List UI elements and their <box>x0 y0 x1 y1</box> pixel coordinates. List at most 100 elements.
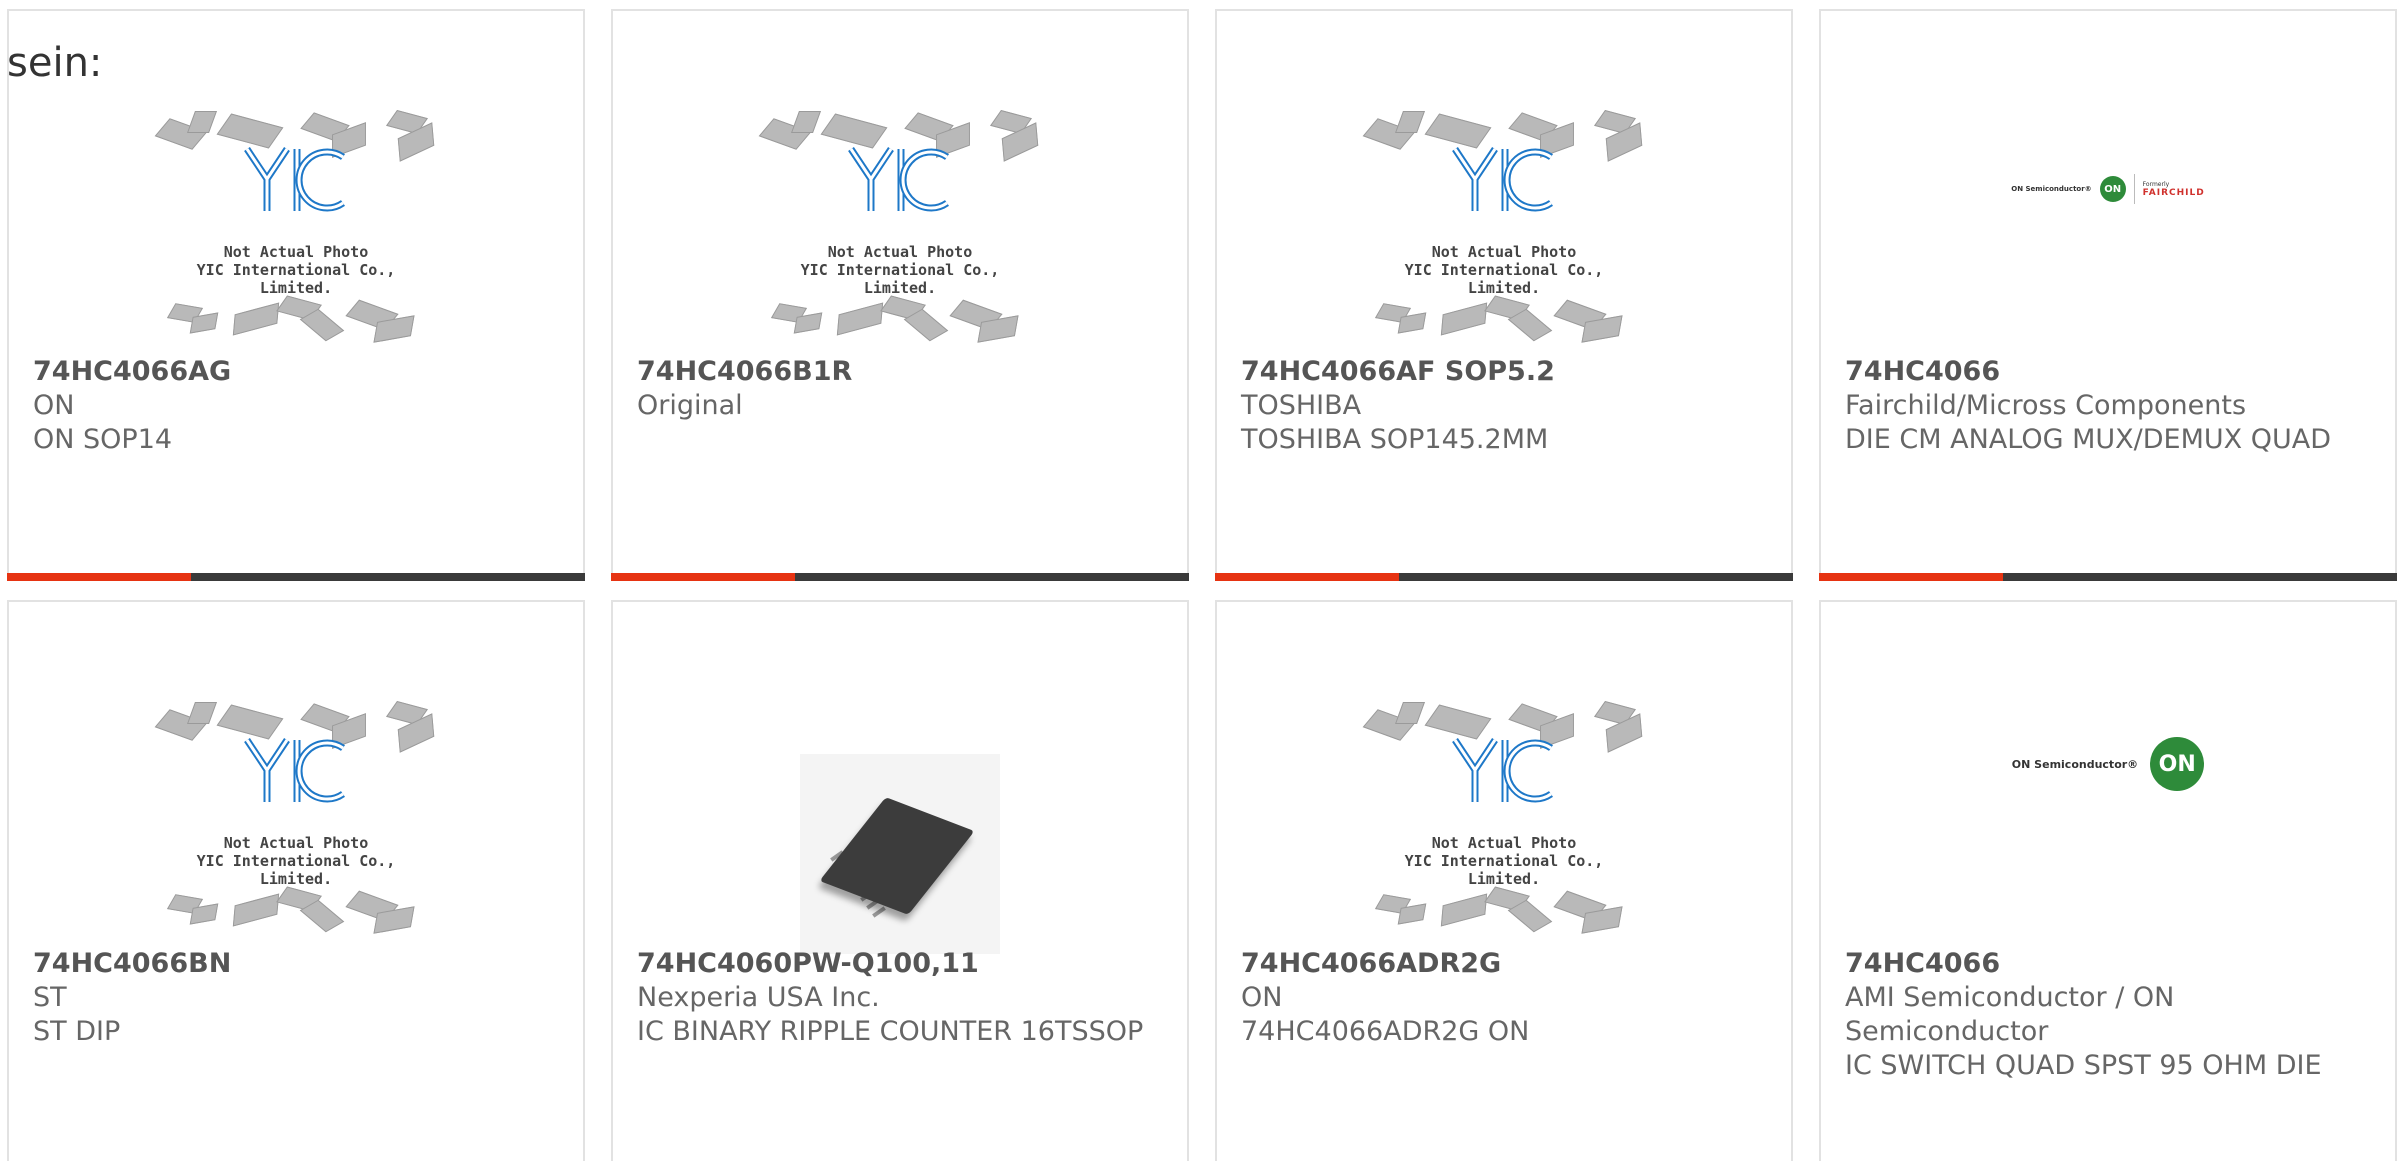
ic-package-icon <box>820 113 888 149</box>
description-label: ON SOP14 <box>33 424 173 455</box>
chip-body-icon <box>819 797 975 915</box>
part-number-link[interactable]: 74HC4066BN <box>33 947 563 981</box>
product-card[interactable]: Not Actual Photo YIC International Co., L… <box>1215 9 1793 581</box>
description-label: 74HC4066ADR2G ON <box>1241 1016 1530 1047</box>
product-card[interactable]: Not Actual Photo YIC International Co., L… <box>611 9 1189 581</box>
manufacturer-label: ON <box>1241 982 1283 1013</box>
divider <box>2133 174 2135 204</box>
yic-logo-icon <box>244 147 345 212</box>
ic-package-icon <box>1397 903 1427 925</box>
product-image-area[interactable]: Not Actual Photo YIC International Co., L… <box>1217 684 1791 934</box>
product-card[interactable]: Not Actual Photo YIC International Co., L… <box>1215 600 1793 1161</box>
manufacturer-label: Nexperia USA Inc. <box>637 982 880 1013</box>
accent-bar-dark <box>1399 573 1793 581</box>
placeholder-note-line2: YIC International Co., Limited. <box>1404 852 1604 888</box>
part-number-link[interactable]: 74HC4066 <box>1845 947 2375 981</box>
part-number-link[interactable]: 74HC4060PW-Q100,11 <box>637 947 1167 981</box>
on-semiconductor-wordmark: ON Semiconductor® <box>2011 757 2139 771</box>
card-accent-bar <box>1215 573 1793 581</box>
yic-logo-icon <box>848 147 949 212</box>
description-label: IC BINARY RIPPLE COUNTER 16TSSOP <box>637 1016 1144 1047</box>
chip-pin-icon <box>872 906 886 918</box>
product-image-area[interactable]: Not Actual Photo YIC International Co., L… <box>9 684 583 934</box>
product-image-area[interactable]: Not Actual Photo YIC International Co., L… <box>9 93 583 343</box>
ic-package-icon <box>189 312 219 334</box>
ic-package-icon <box>1394 702 1426 724</box>
part-number-link[interactable]: 74HC4066AG <box>33 355 563 389</box>
product-card[interactable]: Not Actual Photo YIC International Co., L… <box>7 600 585 1161</box>
accent-bar-red <box>1215 573 1399 581</box>
yic-placeholder-image: Not Actual Photo YIC International Co., L… <box>1362 93 1643 343</box>
ic-package-icon <box>186 111 218 133</box>
product-card[interactable]: Not Actual Photo YIC International Co., L… <box>7 9 585 581</box>
placeholder-note-line2: YIC International Co., Limited. <box>196 261 396 297</box>
yic-placeholder-image: Not Actual Photo YIC International Co., L… <box>758 93 1039 343</box>
yic-logo-icon <box>244 738 345 803</box>
on-semiconductor-logo-image: ON Semiconductor® ON <box>2011 734 2205 794</box>
placeholder-note-line1: Not Actual Photo <box>1431 834 1577 852</box>
product-card[interactable]: 74HC4060PW-Q100,11 Nexperia USA Inc. IC BI… <box>611 600 1189 1161</box>
ic-package-icon <box>793 312 823 334</box>
manufacturer-label: Original <box>637 390 743 421</box>
product-info: 74HC4066AF SOP5.2 TOSHIBA TOSHIBA SOP145.2… <box>1241 355 1771 457</box>
tssop-chip-photo <box>800 754 1000 954</box>
fairchild-wordmark: FAIRCHILD <box>2142 187 2205 198</box>
manufacturer-label: Fairchild/Micross Components <box>1845 390 2247 421</box>
ic-package-icon <box>1394 111 1426 133</box>
product-info: 74HC4066BN ST ST DIP <box>33 947 563 1049</box>
description-label: ST DIP <box>33 1016 121 1047</box>
ic-package-icon <box>836 302 884 336</box>
accent-bar-red <box>611 573 795 581</box>
manufacturer-label: TOSHIBA <box>1241 390 1362 421</box>
ic-package-icon <box>1440 893 1488 927</box>
placeholder-note-line1: Not Actual Photo <box>223 834 369 852</box>
product-info: 74HC4060PW-Q100,11 Nexperia USA Inc. IC BI… <box>637 947 1167 1049</box>
on-badge-icon: ON <box>2099 176 2126 202</box>
description-label: TOSHIBA SOP145.2MM <box>1241 424 1549 455</box>
ic-package-icon <box>186 702 218 724</box>
part-number-link[interactable]: 74HC4066ADR2G <box>1241 947 1771 981</box>
product-image-area[interactable]: Not Actual Photo YIC International Co., L… <box>1217 93 1791 343</box>
formerly-label: Formerly <box>2142 180 2170 188</box>
ic-package-icon <box>216 113 284 149</box>
description-label: DIE CM ANALOG MUX/DEMUX QUAD <box>1845 424 2332 455</box>
ic-package-icon <box>232 893 280 927</box>
header-fragment-text: sein: <box>7 40 103 86</box>
accent-bar-dark <box>191 573 585 581</box>
ic-package-icon <box>1424 113 1492 149</box>
yic-placeholder-image: Not Actual Photo YIC International Co., L… <box>154 93 435 343</box>
ic-package-icon <box>216 704 284 740</box>
product-card[interactable]: ON Semiconductor® ON 74HC4066 AMI Semicondu… <box>1819 600 2397 1161</box>
ic-package-icon <box>232 302 280 336</box>
ic-package-icon <box>1397 312 1427 334</box>
on-badge-icon: ON <box>2150 737 2205 791</box>
product-image-area[interactable] <box>613 684 1187 954</box>
ic-package-icon <box>1440 302 1488 336</box>
placeholder-note-line1: Not Actual Photo <box>827 243 973 261</box>
manufacturer-label: ON <box>33 390 75 421</box>
yic-logo-icon <box>1452 147 1553 212</box>
product-info: 74HC4066 Fairchild/Micross Components DIE … <box>1845 355 2375 457</box>
placeholder-note-line1: Not Actual Photo <box>223 243 369 261</box>
product-grid: Not Actual Photo YIC International Co., L… <box>0 0 2400 1161</box>
product-grid-page: sein: Not Actual Photo YIC International … <box>0 0 2400 1161</box>
product-info: 74HC4066ADR2G ON 74HC4066ADR2G ON <box>1241 947 1771 1049</box>
yic-placeholder-image: Not Actual Photo YIC International Co., L… <box>154 684 435 934</box>
on-semiconductor-wordmark: ON Semiconductor® <box>2011 185 2092 193</box>
product-info: 74HC4066AG ON ON SOP14 <box>33 355 563 457</box>
product-image-area[interactable]: Not Actual Photo YIC International Co., L… <box>613 93 1187 343</box>
yic-logo-icon <box>1452 738 1553 803</box>
fairchild-logo: Formerly FAIRCHILD <box>2143 181 2205 198</box>
product-image-area[interactable]: ON Semiconductor® ON Formerly FAIRCHILD <box>1821 93 2395 209</box>
accent-bar-red <box>7 573 191 581</box>
card-accent-bar <box>1819 573 2397 581</box>
card-accent-bar <box>7 573 585 581</box>
part-number-link[interactable]: 74HC4066B1R <box>637 355 1167 389</box>
product-image-area[interactable]: ON Semiconductor® ON <box>1821 684 2395 794</box>
product-card[interactable]: ON Semiconductor® ON Formerly FAIRCHILD 74HC… <box>1819 9 2397 581</box>
part-number-link[interactable]: 74HC4066AF SOP5.2 <box>1241 355 1771 389</box>
accent-bar-dark <box>795 573 1189 581</box>
part-number-link[interactable]: 74HC4066 <box>1845 355 2375 389</box>
product-info: 74HC4066B1R Original <box>637 355 1167 423</box>
placeholder-note-line2: YIC International Co., Limited. <box>800 261 1000 297</box>
